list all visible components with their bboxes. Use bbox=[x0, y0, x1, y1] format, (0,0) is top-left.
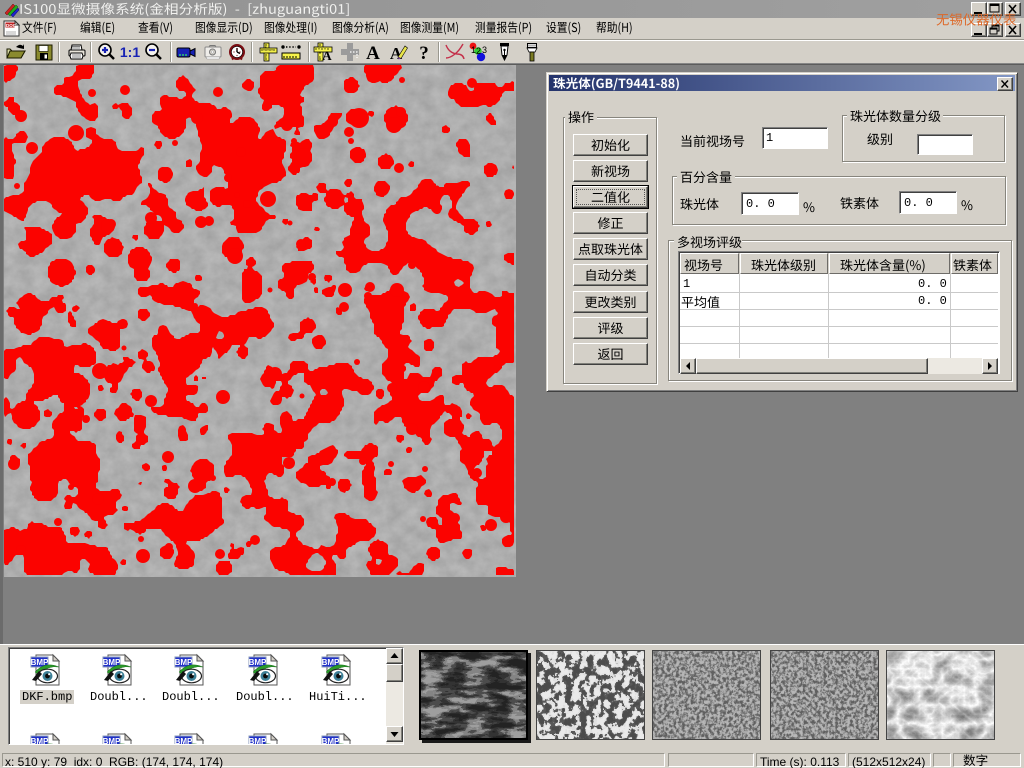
svg-text:BMP: BMP bbox=[175, 737, 193, 745]
svg-text:?: ? bbox=[419, 43, 429, 63]
svg-text:BMP: BMP bbox=[31, 737, 49, 745]
svg-text:3: 3 bbox=[482, 45, 487, 55]
svg-text:A: A bbox=[322, 48, 332, 63]
svg-text:1:1: 1:1 bbox=[120, 44, 140, 60]
svg-text:A: A bbox=[366, 43, 380, 63]
svg-text:2: 2 bbox=[476, 46, 481, 56]
svg-text:BMP: BMP bbox=[322, 737, 340, 745]
svg-text:BMP: BMP bbox=[103, 737, 121, 745]
svg-text:BMP: BMP bbox=[249, 737, 267, 745]
svg-text:DOC: DOC bbox=[6, 23, 17, 28]
